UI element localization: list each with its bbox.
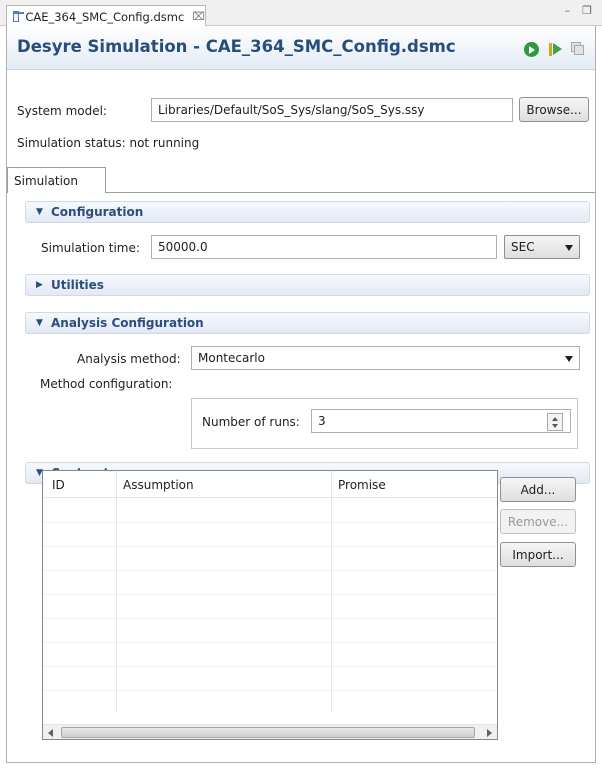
system-model-label: System model: bbox=[17, 104, 107, 118]
scroll-right-icon[interactable] bbox=[487, 729, 492, 737]
section-configuration[interactable]: ▼ Configuration bbox=[25, 201, 590, 223]
contracts-table[interactable]: ID Assumption Promise bbox=[42, 470, 498, 740]
maximize-icon[interactable]: ❐ bbox=[582, 4, 592, 17]
editor-tab-title: CAE_364_SMC_Config.dsmc bbox=[25, 9, 185, 24]
editor-tab[interactable]: CAE_364_SMC_Config.dsmc ⌧ bbox=[6, 5, 206, 27]
analysis-method-value: Montecarlo bbox=[198, 351, 265, 365]
table-row bbox=[43, 618, 497, 619]
horizontal-scrollbar[interactable] bbox=[43, 724, 497, 739]
method-configuration-label: Method configuration: bbox=[40, 377, 173, 391]
table-row bbox=[43, 666, 497, 667]
column-divider bbox=[116, 471, 117, 711]
table-row bbox=[43, 570, 497, 571]
analysis-method-select[interactable]: Montecarlo bbox=[191, 346, 580, 370]
page-title: Desyre Simulation - CAE_364_SMC_Config.d… bbox=[17, 37, 456, 56]
column-divider bbox=[331, 471, 332, 711]
column-header-assumption[interactable]: Assumption bbox=[123, 478, 194, 492]
method-configuration-group: Number of runs: 3 bbox=[191, 398, 578, 449]
chevron-down-icon bbox=[565, 356, 573, 362]
collapsed-twistie-icon: ▶ bbox=[36, 280, 43, 290]
editor-tab-strip: CAE_364_SMC_Config.dsmc ⌧ – ❐ bbox=[0, 0, 602, 27]
column-header-promise[interactable]: Promise bbox=[338, 478, 386, 492]
section-analysis-title: Analysis Configuration bbox=[51, 316, 204, 330]
section-utilities[interactable]: ▶ Utilities bbox=[25, 274, 590, 296]
tab-simulation[interactable]: Simulation bbox=[7, 167, 106, 193]
tab-divider bbox=[106, 192, 595, 193]
expanded-twistie-icon: ▼ bbox=[36, 207, 43, 217]
window-controls: – ❐ bbox=[565, 4, 592, 17]
import-button[interactable]: Import... bbox=[500, 542, 576, 567]
section-utilities-title: Utilities bbox=[51, 278, 104, 292]
time-unit-select[interactable]: SEC bbox=[504, 235, 580, 259]
table-row bbox=[43, 594, 497, 595]
add-button[interactable]: Add... bbox=[500, 477, 576, 502]
run-icon[interactable] bbox=[524, 42, 539, 57]
analysis-method-label: Analysis method: bbox=[77, 352, 181, 366]
tab-simulation-label: Simulation bbox=[14, 173, 78, 188]
stop-icon[interactable] bbox=[571, 42, 585, 56]
scroll-left-icon[interactable] bbox=[48, 729, 53, 737]
table-row bbox=[43, 522, 497, 523]
number-of-runs-field[interactable]: 3 bbox=[311, 409, 571, 433]
table-row bbox=[43, 690, 497, 691]
table-row bbox=[43, 546, 497, 547]
simulation-time-label: Simulation time: bbox=[41, 241, 140, 255]
remove-button[interactable]: Remove... bbox=[500, 509, 576, 534]
section-analysis-configuration[interactable]: ▼ Analysis Configuration bbox=[25, 312, 590, 334]
column-header-id[interactable]: ID bbox=[52, 478, 65, 492]
chevron-down-icon bbox=[565, 245, 573, 251]
close-icon[interactable]: ⌧ bbox=[192, 10, 205, 23]
section-configuration-title: Configuration bbox=[51, 205, 144, 219]
table-row bbox=[43, 642, 497, 643]
contracts-table-header: ID Assumption Promise bbox=[43, 471, 497, 498]
system-model-field[interactable]: Libraries/Default/SoS_Sys/slang/SoS_Sys.… bbox=[151, 98, 513, 122]
stepper-icon[interactable] bbox=[547, 413, 563, 431]
file-icon bbox=[13, 11, 25, 22]
editor-frame: Desyre Simulation - CAE_364_SMC_Config.d… bbox=[6, 26, 596, 763]
simulation-time-field[interactable]: 50000.0 bbox=[151, 235, 497, 259]
expanded-twistie-icon: ▼ bbox=[36, 318, 43, 328]
scrollbar-thumb[interactable] bbox=[61, 727, 475, 738]
browse-button[interactable]: Browse... bbox=[519, 97, 589, 122]
number-of-runs-label: Number of runs: bbox=[202, 415, 300, 429]
time-unit-value: SEC bbox=[511, 240, 535, 254]
resume-icon[interactable] bbox=[549, 43, 563, 56]
simulation-status: Simulation status: not running bbox=[17, 136, 200, 150]
number-of-runs-value: 3 bbox=[318, 414, 326, 428]
form-header: Desyre Simulation - CAE_364_SMC_Config.d… bbox=[7, 26, 595, 70]
minimize-icon[interactable]: – bbox=[565, 4, 571, 17]
